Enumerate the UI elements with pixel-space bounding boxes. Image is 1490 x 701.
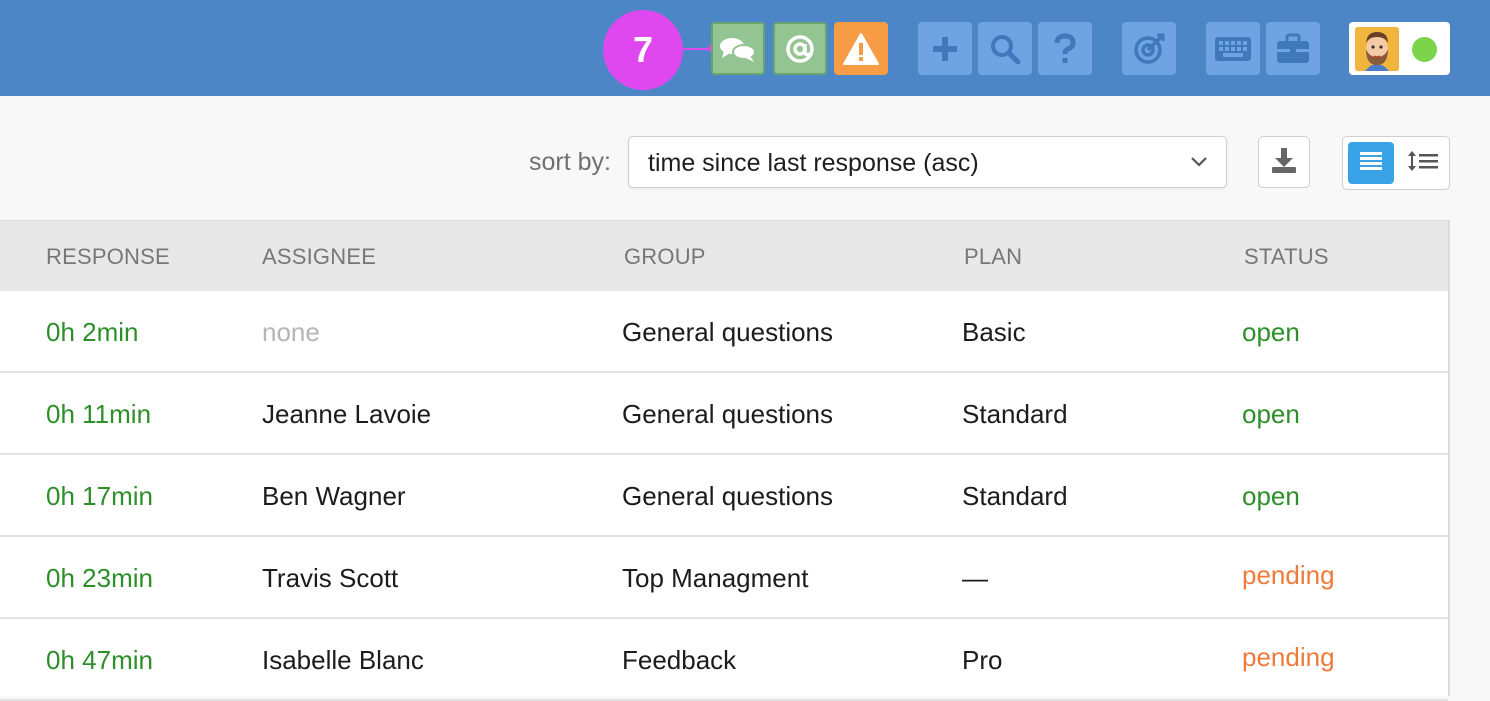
sort-by-label: sort by: (529, 148, 611, 176)
plan: Standard (962, 481, 1068, 511)
list-view-button[interactable] (1348, 142, 1394, 184)
column-header-group[interactable]: GROUP (624, 244, 706, 270)
notification-count-badge[interactable]: 7 (603, 10, 683, 90)
search-icon (989, 33, 1021, 65)
assignee: none (262, 317, 320, 347)
sort-selected-value: time since last response (asc) (648, 149, 979, 177)
column-header-plan[interactable]: PLAN (964, 244, 1022, 270)
at-mention-icon (783, 32, 817, 66)
briefcase-icon (1275, 33, 1311, 65)
search-button[interactable] (978, 22, 1032, 75)
user-profile-menu[interactable] (1349, 22, 1450, 75)
target-icon (1132, 32, 1166, 66)
badge-connector (682, 45, 715, 52)
assignee: Isabelle Blanc (262, 645, 424, 675)
status: pending (1242, 560, 1335, 590)
keyboard-icon (1214, 36, 1252, 62)
table-row[interactable]: 0h 17min Ben Wagner General questions St… (0, 455, 1448, 537)
online-status-indicator (1412, 37, 1437, 62)
workspace-button[interactable] (1266, 22, 1320, 75)
plus-icon (930, 34, 960, 64)
column-header-assignee[interactable]: ASSIGNEE (262, 244, 376, 270)
plan: Standard (962, 399, 1068, 429)
help-icon (1052, 32, 1078, 65)
response-time: 0h 47min (46, 645, 153, 675)
response-time: 0h 11min (46, 399, 152, 429)
group: Feedback (622, 645, 737, 675)
group: General questions (622, 399, 834, 429)
response-time: 0h 17min (46, 481, 153, 511)
add-button[interactable] (918, 22, 972, 75)
plan: Pro (962, 645, 1003, 675)
mentions-button[interactable] (773, 22, 827, 75)
avatar (1355, 27, 1399, 71)
chats-icon (718, 34, 758, 64)
keyboard-shortcuts-button[interactable] (1206, 22, 1260, 75)
list-icon (1359, 150, 1383, 177)
status: pending (1242, 642, 1335, 672)
group: General questions (622, 481, 834, 511)
sort-select[interactable]: time since last response (asc) (628, 136, 1227, 188)
top-bar: 7 (0, 0, 1490, 96)
table-row[interactable]: 0h 2min none General questions Basic ope… (0, 291, 1448, 373)
column-header-status[interactable]: STATUS (1244, 244, 1329, 270)
table-row[interactable]: 0h 11min Jeanne Lavoie General questions… (0, 373, 1448, 455)
export-button[interactable] (1258, 136, 1310, 188)
chats-button[interactable] (711, 22, 765, 75)
view-mode-toggle (1342, 136, 1450, 190)
response-time: 0h 23min (46, 563, 153, 593)
status: open (1242, 399, 1300, 429)
status: open (1242, 317, 1300, 347)
alerts-button[interactable] (834, 22, 888, 75)
assignee: Travis Scott (262, 563, 399, 593)
line-height-icon (1407, 149, 1439, 178)
status: open (1242, 481, 1300, 511)
table-row[interactable]: 0h 47min Isabelle Blanc Feedback Pro pen… (0, 619, 1448, 701)
group: General questions (622, 317, 834, 347)
table-header: RESPONSE ASSIGNEE GROUP PLAN STATUS (0, 221, 1448, 291)
response-time: 0h 2min (46, 317, 139, 347)
compact-view-button[interactable] (1401, 142, 1445, 184)
download-icon (1271, 146, 1297, 179)
assignee: Ben Wagner (262, 481, 406, 511)
plan: — (962, 563, 988, 593)
warning-icon (842, 32, 880, 66)
plan: Basic (962, 317, 1026, 347)
chevron-down-icon (1190, 154, 1208, 175)
help-button[interactable] (1038, 22, 1092, 75)
column-header-response[interactable]: RESPONSE (46, 244, 170, 270)
goals-button[interactable] (1122, 22, 1176, 75)
group: Top Managment (622, 563, 809, 593)
tickets-table: RESPONSE ASSIGNEE GROUP PLAN STATUS 0h 2… (0, 220, 1450, 701)
assignee: Jeanne Lavoie (262, 399, 432, 429)
table-row[interactable]: 0h 23min Travis Scott Top Managment — pe… (0, 537, 1448, 619)
